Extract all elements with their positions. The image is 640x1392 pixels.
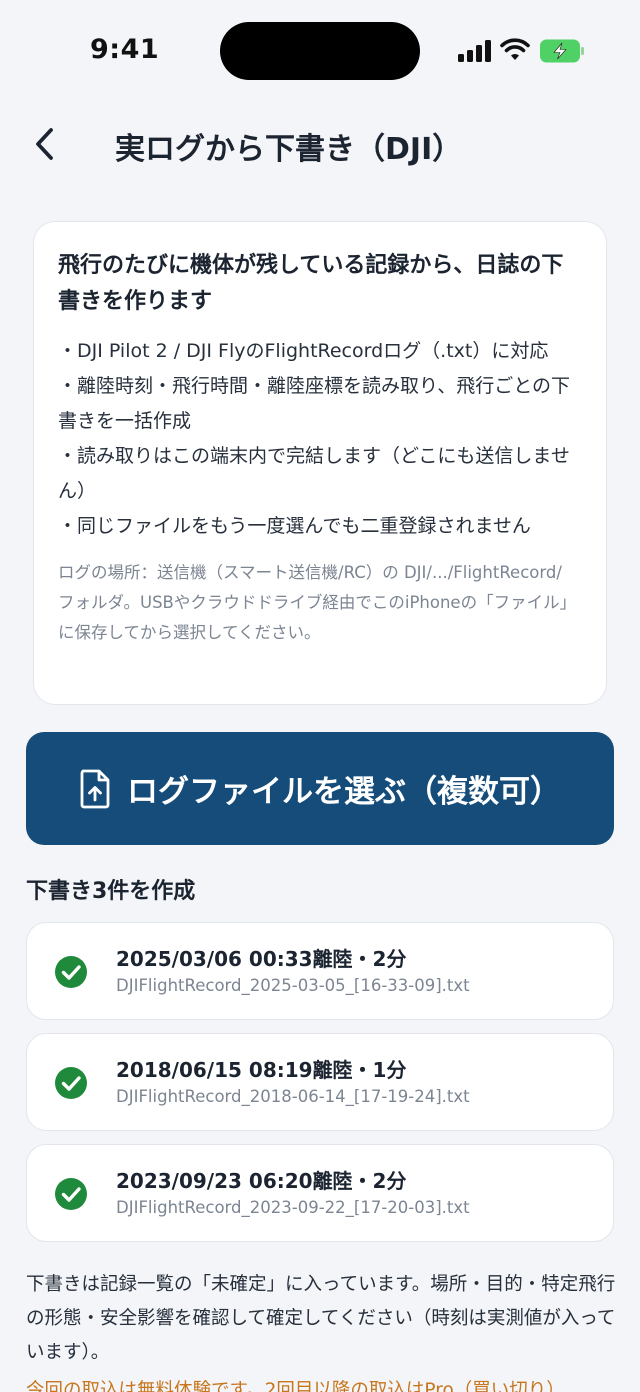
info-heading: 飛行のたびに機体が残している記録から、日誌の下書きを作ります bbox=[58, 253, 564, 314]
screen: 9:41 実ログから下書き（DJI） 飛行のたびに機体が残している記録から、日誌… bbox=[0, 0, 640, 1392]
feature-item: ・読み取りはこの端末内で完結します（どこにも送信しません） bbox=[58, 445, 570, 502]
check-circle-icon bbox=[55, 1067, 87, 1099]
cellular-signal-icon bbox=[458, 40, 491, 62]
pro-upgrade-note: 今回の取込は無料体験です。2回目以降の取込はPro（買い切り） bbox=[26, 1380, 565, 1392]
status-time: 9:41 bbox=[90, 34, 160, 65]
feature-list: ・DJI Pilot 2 / DJI FlyのFlightRecordログ（.t… bbox=[58, 334, 582, 544]
pick-log-files-label: ログファイルを選ぶ（複数可） bbox=[127, 774, 561, 810]
feature-item: ・DJI Pilot 2 / DJI FlyのFlightRecordログ（.t… bbox=[58, 340, 549, 362]
check-circle-icon bbox=[55, 1178, 87, 1210]
status-bar: 9:41 bbox=[0, 0, 640, 100]
draft-record-card[interactable]: 2018/06/15 08:19離陸・1分 DJIFlightRecord_20… bbox=[26, 1033, 614, 1131]
battery-charging-icon bbox=[540, 39, 584, 63]
record-title: 2018/06/15 08:19離陸・1分 bbox=[116, 1058, 407, 1082]
results-heading: 下書き3件を作成 bbox=[26, 879, 196, 904]
page-title: 実ログから下書き（DJI） bbox=[115, 132, 463, 167]
log-location-note: ログの場所：送信機（スマート送信機/RC）の DJI/.../FlightRec… bbox=[58, 563, 577, 642]
feature-item: ・同じファイルをもう一度選んでも二重登録されません bbox=[58, 515, 531, 537]
check-circle-icon bbox=[55, 956, 87, 988]
info-card: 飛行のたびに機体が残している記録から、日誌の下書きを作ります ・DJI Pilo… bbox=[33, 221, 607, 705]
chevron-left-icon[interactable] bbox=[30, 126, 60, 162]
dynamic-island bbox=[220, 22, 420, 80]
record-title: 2025/03/06 00:33離陸・2分 bbox=[116, 947, 407, 971]
draft-record-card[interactable]: 2023/09/23 06:20離陸・2分 DJIFlightRecord_20… bbox=[26, 1144, 614, 1242]
draft-status-note: 下書きは記録一覧の「未確定」に入っています。場所・目的・特定飛行の形態・安全影響… bbox=[26, 1274, 616, 1363]
navigation-bar: 実ログから下書き（DJI） bbox=[0, 110, 640, 180]
record-filename: DJIFlightRecord_2025-03-05_[16-33-09].tx… bbox=[116, 976, 470, 995]
file-upload-icon bbox=[80, 769, 110, 808]
record-filename: DJIFlightRecord_2018-06-14_[17-19-24].tx… bbox=[116, 1087, 470, 1106]
record-filename: DJIFlightRecord_2023-09-22_[17-20-03].tx… bbox=[116, 1198, 470, 1217]
feature-item: ・離陸時刻・飛行時間・離陸座標を読み取り、飛行ごとの下書きを一括作成 bbox=[58, 375, 571, 432]
draft-record-card[interactable]: 2025/03/06 00:33離陸・2分 DJIFlightRecord_20… bbox=[26, 922, 614, 1020]
pick-log-files-button[interactable]: ログファイルを選ぶ（複数可） bbox=[26, 732, 614, 845]
wifi-icon bbox=[500, 38, 530, 60]
record-title: 2023/09/23 06:20離陸・2分 bbox=[116, 1169, 407, 1193]
